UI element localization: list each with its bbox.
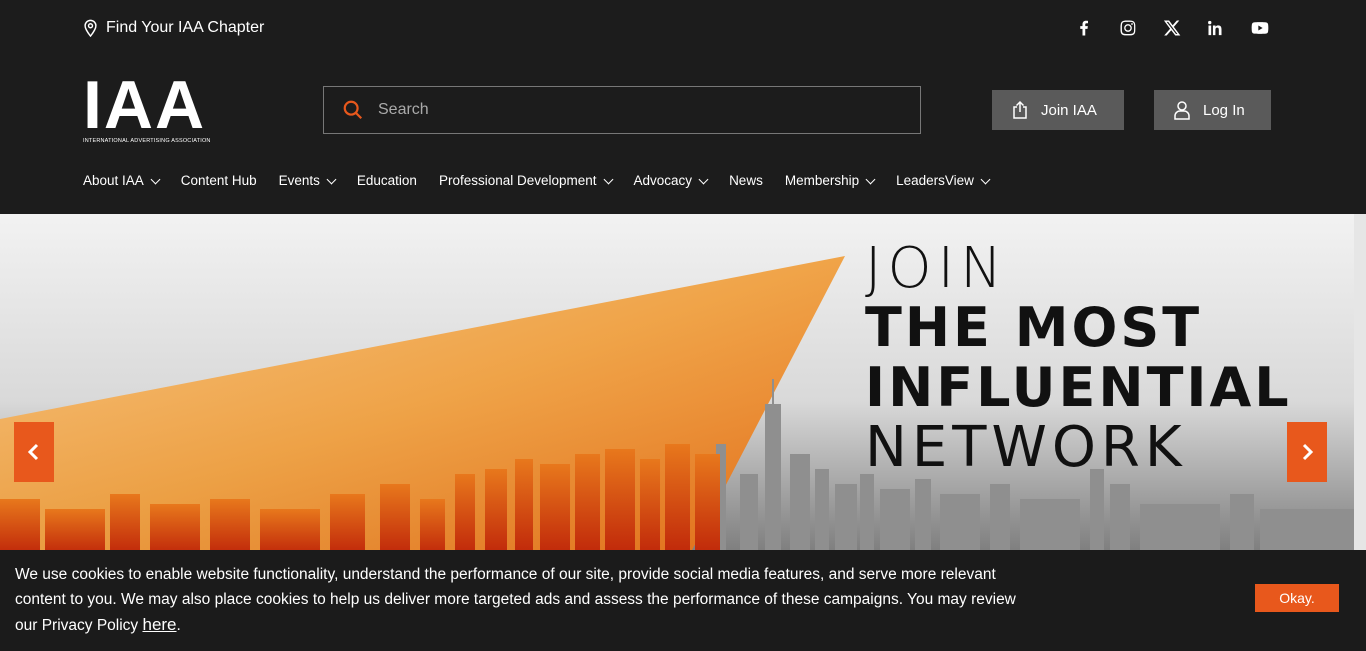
carousel-prev-button[interactable]	[14, 422, 54, 482]
linkedin-icon[interactable]	[1205, 17, 1227, 39]
chevron-right-icon	[1302, 443, 1314, 461]
hero-line-1: JOIN	[865, 236, 1008, 301]
chevron-down-icon	[326, 174, 337, 184]
iaa-logo[interactable]: IAA INTERNATIONAL ADVERTISING ASSOCIATIO…	[83, 67, 219, 147]
nav-label: Advocacy	[633, 172, 693, 188]
cookie-suffix: .	[176, 617, 181, 634]
hero-headline: JOIN THE MOST INFLUENTIAL NETWORK	[865, 240, 1292, 478]
privacy-policy-link[interactable]: here	[142, 615, 176, 634]
cookie-banner: We use cookies to enable website functio…	[0, 550, 1366, 651]
site-header: Find Your IAA Chapter IAA INTERNATIONAL …	[0, 0, 1366, 214]
chevron-left-icon	[27, 443, 39, 461]
search-icon[interactable]	[342, 99, 364, 121]
logo-subtitle: INTERNATIONAL ADVERTISING ASSOCIATION	[83, 138, 211, 144]
log-in-label: Log In	[1203, 101, 1245, 119]
join-label: Join IAA	[1041, 101, 1097, 119]
nav-label: Professional Development	[438, 172, 597, 188]
chevron-down-icon	[980, 174, 991, 184]
user-icon	[1174, 101, 1190, 120]
share-upload-icon	[1013, 100, 1027, 119]
chevron-down-icon	[603, 174, 613, 184]
hero-line-4: NETWORK	[865, 415, 1187, 480]
join-iaa-button[interactable]: Join IAA	[992, 90, 1124, 130]
hero-line-2: THE MOST	[865, 296, 1203, 359]
chevron-down-icon	[150, 174, 161, 184]
nav-label: Education	[356, 172, 417, 188]
youtube-icon[interactable]	[1249, 17, 1271, 39]
cookie-okay-button[interactable]: Okay.	[1255, 584, 1339, 612]
find-chapter-link[interactable]: Find Your IAA Chapter	[83, 16, 264, 40]
nav-item-about[interactable]: About IAA	[83, 172, 161, 188]
main-nav: About IAA Content Hub Events Education P…	[83, 170, 1011, 190]
nav-item-education[interactable]: Education	[357, 173, 417, 188]
nav-item-professional-development[interactable]: Professional Development	[438, 172, 613, 188]
search-box	[323, 86, 921, 134]
nav-label: LeadersView	[896, 172, 974, 188]
nav-label: Content Hub	[180, 172, 257, 188]
nav-label: Membership	[784, 172, 860, 188]
nav-item-news[interactable]: News	[729, 173, 763, 188]
page: Find Your IAA Chapter IAA INTERNATIONAL …	[0, 0, 1366, 651]
find-chapter-label: Find Your IAA Chapter	[106, 19, 265, 36]
chevron-down-icon	[698, 174, 709, 184]
nav-item-leadersview[interactable]: LeadersView	[896, 172, 991, 188]
hero-banner: JOIN THE MOST INFLUENTIAL NETWORK	[0, 214, 1354, 554]
social-links	[1073, 17, 1271, 39]
cookie-text: We use cookies to enable website functio…	[15, 562, 1025, 638]
log-in-button[interactable]: Log In	[1154, 90, 1271, 130]
chevron-down-icon	[865, 174, 876, 184]
nav-item-content-hub[interactable]: Content Hub	[181, 173, 257, 188]
nav-label: Events	[278, 172, 320, 188]
nav-item-advocacy[interactable]: Advocacy	[633, 172, 709, 188]
nav-label: About IAA	[83, 172, 144, 188]
nav-label: News	[729, 172, 763, 188]
nav-item-membership[interactable]: Membership	[784, 172, 876, 188]
x-icon[interactable]	[1161, 17, 1183, 39]
logo-text: IAA	[83, 67, 207, 143]
page-scrollbar[interactable]	[1354, 214, 1366, 554]
map-pin-icon	[84, 19, 97, 37]
instagram-icon[interactable]	[1117, 17, 1139, 39]
nav-item-events[interactable]: Events	[278, 172, 337, 188]
search-input[interactable]	[378, 101, 878, 119]
carousel-next-button[interactable]	[1287, 422, 1327, 482]
hero-line-3: INFLUENTIAL	[865, 356, 1292, 419]
facebook-icon[interactable]	[1073, 17, 1095, 39]
